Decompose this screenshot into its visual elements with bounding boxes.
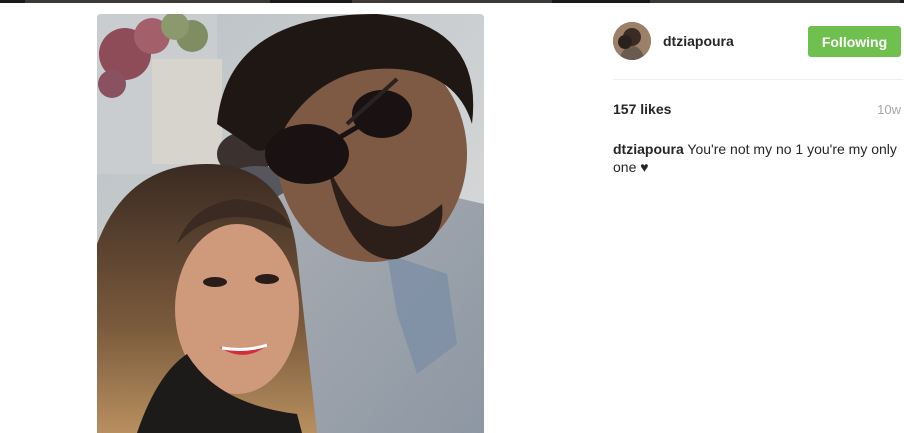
likes-count[interactable]: 157 likes: [613, 101, 671, 117]
header-divider: [613, 79, 903, 80]
post-timestamp[interactable]: 10w: [877, 102, 901, 117]
following-button[interactable]: Following: [808, 26, 901, 57]
post-info-panel: dtziapoura Following 157 likes 10w dtzia…: [613, 0, 903, 433]
heart-icon: ♥: [640, 159, 649, 175]
strip-thumb-2: [352, 0, 552, 3]
author-username[interactable]: dtziapoura: [663, 33, 734, 49]
caption-username[interactable]: dtziapoura: [613, 141, 684, 157]
strip-thumb-1: [25, 0, 270, 3]
author-avatar[interactable]: [613, 22, 651, 60]
photo-image: [97, 14, 484, 433]
post-caption: dtziapoura You're not my no 1 you're my …: [613, 140, 898, 176]
avatar-image: [613, 22, 651, 60]
post-photo[interactable]: [97, 14, 484, 433]
